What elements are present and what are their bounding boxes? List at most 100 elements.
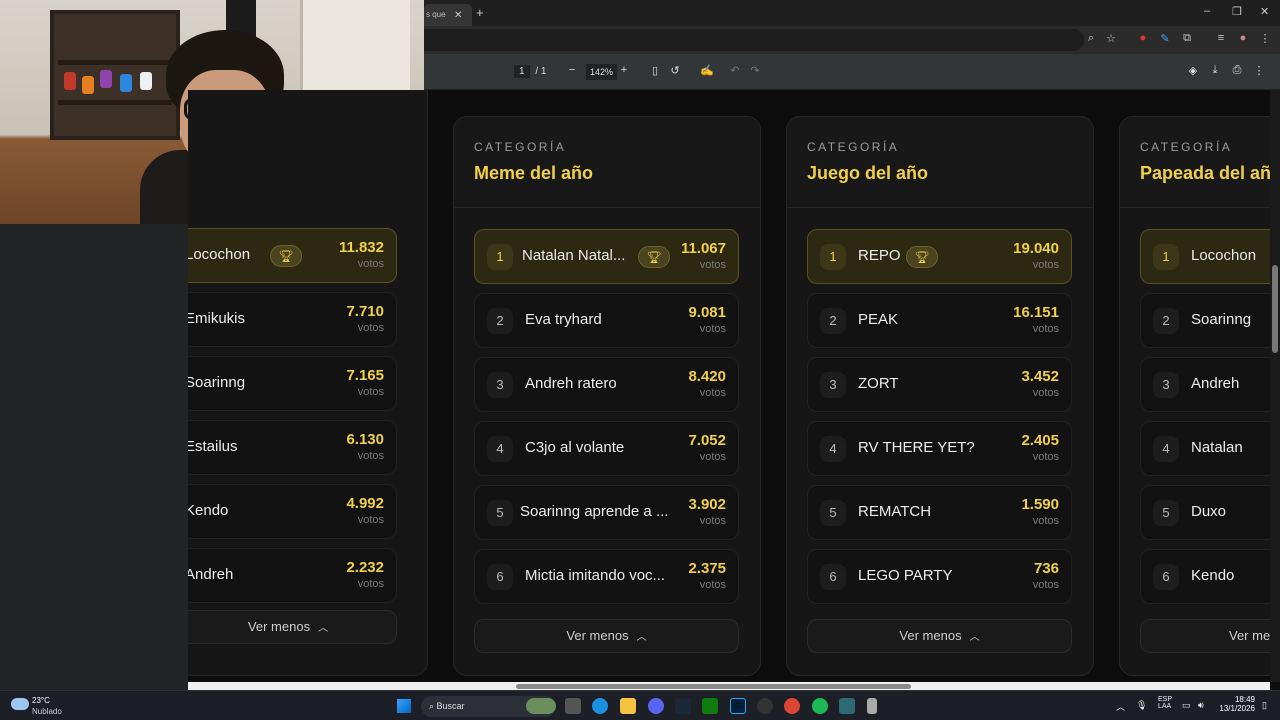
pdf-zoom-input[interactable]: 142%	[586, 64, 618, 80]
vote-count: 11.067 votos	[680, 240, 726, 271]
show-less-button[interactable]: Ver menos ︿	[807, 619, 1072, 653]
save-to-drive-icon[interactable]: ◈	[1186, 64, 1200, 77]
entry-name: REMATCH	[858, 503, 932, 520]
entry-name: Soarinng	[188, 374, 246, 391]
show-less-button[interactable]: Ver menos ︿	[474, 619, 739, 653]
category-card: CATEGORÍA Juego del año 1 REPO 🏆︎ 19.040…	[786, 116, 1094, 676]
omnibox[interactable]	[424, 29, 1084, 51]
chrome-icon[interactable]	[784, 698, 800, 714]
edge-icon[interactable]	[592, 698, 608, 714]
chevron-up-icon: ︿	[636, 632, 647, 643]
ranking-row: 6 LEGO PARTY 736 votos	[807, 549, 1072, 604]
ranking-row: 4 Natalan	[1140, 421, 1270, 476]
category-card: CATEGORÍA Papeada del añ 1 Locochon 2 So…	[1119, 116, 1270, 676]
entry-name: Andreh ratero	[525, 375, 617, 392]
vote-count: 1.590 votos	[1021, 496, 1059, 527]
zoom-out-icon[interactable]: −	[565, 64, 579, 76]
discord-icon[interactable]	[648, 698, 664, 714]
pdf-menu-icon[interactable]: ⋮	[1252, 64, 1266, 77]
bookmark-star-icon[interactable]: ☆	[1104, 32, 1118, 45]
extensions-puzzle-icon[interactable]: ⧉	[1180, 32, 1194, 45]
file-explorer-icon[interactable]	[620, 698, 636, 714]
card-header: CATEGORÍA Juego del año	[787, 117, 1093, 208]
undo-icon[interactable]: ↶	[728, 64, 742, 77]
vote-count: 3.452 votos	[1021, 368, 1059, 399]
restore-icon[interactable]: ❐	[1232, 5, 1242, 18]
taskbar: 23°C Nublado ⌕ Buscar ︿ 🎙︎ ESP LAA ▭ 🔊︎ 1…	[0, 690, 1280, 720]
pdf-page-input[interactable]: 1	[514, 65, 530, 78]
vote-count: 16.151 votos	[1013, 304, 1059, 335]
cloud-icon[interactable]	[11, 698, 29, 710]
draw-icon[interactable]: ✍	[700, 64, 714, 77]
widgets-icon[interactable]	[526, 698, 556, 714]
browser-tab-strip: s que ✕ + – ❐ ✕	[424, 0, 1280, 26]
obs-icon[interactable]	[757, 698, 773, 714]
ranking-row: 4 RV THERE YET? 2.405 votos	[807, 421, 1072, 476]
ranking-row: 2 Soarinng	[1140, 293, 1270, 348]
trophy-icon: 🏆︎	[270, 245, 302, 267]
microphone-icon[interactable]: 🎙︎	[1136, 700, 1147, 711]
task-view-icon[interactable]	[565, 698, 581, 714]
entry-name: Natalan Natal...	[522, 247, 626, 264]
vote-count: 19.040 votos	[1013, 240, 1059, 271]
entry-name: Locochon	[188, 246, 251, 263]
rank-badge: 6	[1153, 564, 1179, 590]
entry-name: Mictia imitando voc...	[525, 567, 666, 584]
rank-badge: 4	[820, 436, 846, 462]
category-label: CATEGORÍA	[807, 140, 900, 154]
vote-count: 2.375 votos	[688, 560, 726, 591]
show-less-button[interactable]: Ver me	[1140, 619, 1270, 653]
entry-name: Natalan	[1191, 439, 1243, 456]
download-icon[interactable]: ⤓	[1208, 64, 1222, 77]
weather-temperature: 23°C	[32, 696, 50, 705]
ranking-row: Locochon 🏆︎ 11.832 votos	[188, 228, 397, 283]
app-icon[interactable]	[867, 698, 877, 714]
minimize-icon[interactable]: –	[1204, 5, 1210, 17]
extension-record-icon[interactable]: ●	[1136, 32, 1150, 44]
vertical-scrollbar[interactable]	[1270, 90, 1280, 682]
entry-name: Kendo	[188, 502, 229, 519]
close-icon[interactable]: ✕	[454, 10, 462, 21]
media-control-icon[interactable]: ≡	[1214, 32, 1228, 44]
menu-kebab-icon[interactable]: ⋮	[1258, 32, 1272, 45]
language-indicator[interactable]: ESP LAA	[1158, 696, 1172, 710]
notification-icon[interactable]: ▯	[1262, 700, 1267, 711]
new-tab-button[interactable]: +	[476, 5, 484, 20]
scroll-thumb[interactable]	[1272, 265, 1278, 353]
profile-avatar[interactable]: ●	[1236, 32, 1250, 44]
zoom-in-icon[interactable]: +	[617, 64, 631, 76]
xbox-icon[interactable]	[702, 698, 718, 714]
extension-icon[interactable]: ✎	[1158, 32, 1172, 45]
excel-icon[interactable]	[839, 698, 855, 714]
steam-icon[interactable]	[675, 698, 691, 714]
redo-icon[interactable]: ↷	[748, 64, 762, 77]
entry-name: Duxo	[1191, 503, 1227, 520]
vote-count: 7.710 votos	[346, 303, 384, 334]
network-icon[interactable]: ▭	[1182, 700, 1191, 711]
volume-icon[interactable]: 🔊︎	[1198, 700, 1204, 711]
rank-badge: 5	[487, 500, 513, 526]
scroll-thumb[interactable]	[516, 684, 911, 689]
entry-name: RV THERE YET?	[858, 439, 975, 456]
vote-count: 11.832 votos	[338, 239, 384, 270]
ranking-row: 2 Eva tryhard 9.081 votos	[474, 293, 739, 348]
rotate-icon[interactable]: ↺	[668, 64, 682, 77]
entry-name: PEAK	[858, 311, 899, 328]
fit-page-icon[interactable]: ▯	[648, 64, 662, 77]
windows-start-icon[interactable]	[397, 699, 411, 713]
ranking-row: Estailus 6.130 votos	[188, 420, 397, 475]
horizontal-scrollbar[interactable]	[188, 682, 1270, 690]
window-close-icon[interactable]: ✕	[1260, 5, 1269, 18]
chevron-up-icon[interactable]: ︿	[1116, 700, 1125, 713]
rank-badge: 6	[487, 564, 513, 590]
browser-tab[interactable]: s que ✕	[424, 4, 472, 26]
system-clock[interactable]: 18:49 13/1/2026	[1215, 695, 1255, 713]
zoom-icon[interactable]: ⌕	[1084, 32, 1098, 45]
card-header: CATEGORÍA Papeada del añ	[1120, 117, 1270, 208]
photoshop-icon[interactable]	[730, 698, 746, 714]
show-less-button[interactable]: Ver menos ︿	[188, 610, 397, 644]
print-icon[interactable]: ⎙	[1230, 64, 1244, 77]
weather-description: Nublado	[32, 707, 62, 716]
ranking-row: Emikukis 7.710 votos	[188, 292, 397, 347]
spotify-icon[interactable]	[812, 698, 828, 714]
